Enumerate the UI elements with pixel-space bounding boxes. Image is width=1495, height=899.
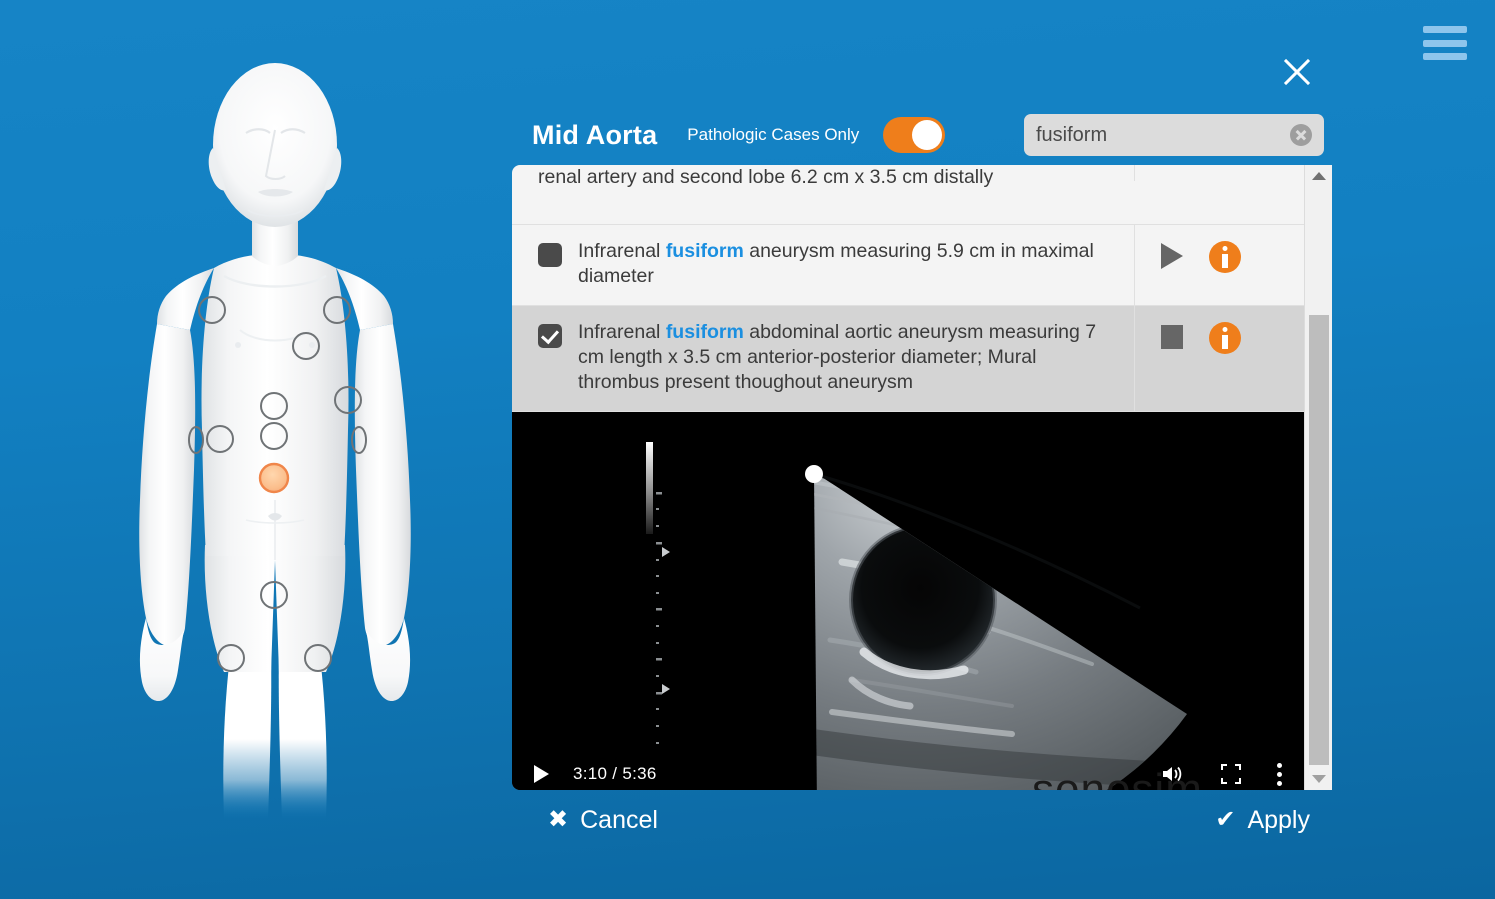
video-time-display: 3:10 / 5:36 xyxy=(573,764,657,784)
list-item-body: Infrarenal fusiform aneurysm measuring 5… xyxy=(512,225,1134,305)
list-item-actions xyxy=(1134,165,1304,181)
list-item[interactable]: renal artery and second lobe 6.2 cm x 3.… xyxy=(512,165,1304,225)
list-item-text-prefix: Infrarenal xyxy=(578,240,666,262)
stop-icon[interactable] xyxy=(1161,325,1183,349)
cancel-x-icon: ✖ xyxy=(548,808,568,832)
case-list-panel: renal artery and second lobe 6.2 cm x 3.… xyxy=(512,165,1332,790)
list-item-highlight: fusiform xyxy=(666,240,744,262)
probe-marker[interactable] xyxy=(261,423,287,449)
cancel-button[interactable]: ✖ Cancel xyxy=(548,806,658,835)
list-item-label: Infrarenal fusiform abdominal aortic ane… xyxy=(578,320,1120,395)
list-item[interactable]: Infrarenal fusiform abdominal aortic ane… xyxy=(512,306,1304,412)
case-selection-dialog: Mid Aorta Pathologic Cases Only renal ar… xyxy=(512,105,1332,850)
apply-button-label: Apply xyxy=(1247,806,1310,835)
list-item-highlight: fusiform xyxy=(666,321,744,343)
probe-marker-active[interactable] xyxy=(260,464,288,492)
probe-marker[interactable] xyxy=(305,645,331,671)
more-dot xyxy=(1277,772,1282,777)
more-dot xyxy=(1277,763,1282,768)
scrollbar-thumb[interactable] xyxy=(1309,315,1329,765)
more-dot xyxy=(1277,781,1282,786)
page-title: Mid Aorta xyxy=(532,120,657,151)
probe-marker[interactable] xyxy=(207,426,233,452)
probe-marker[interactable] xyxy=(261,393,287,419)
volume-icon[interactable] xyxy=(1161,764,1185,784)
volume-icon-svg xyxy=(1161,764,1185,784)
more-options-icon[interactable] xyxy=(1277,763,1282,786)
apply-button[interactable]: ✔ Apply xyxy=(1215,806,1310,835)
hamburger-bar xyxy=(1423,26,1467,33)
dialog-footer: ✖ Cancel ✔ Apply xyxy=(512,790,1332,850)
list-item-label: renal artery and second lobe 6.2 cm x 3.… xyxy=(538,165,993,190)
hamburger-bar xyxy=(1423,53,1467,60)
scroll-up-arrow-icon[interactable] xyxy=(1305,167,1332,185)
probe-marker[interactable] xyxy=(199,297,225,323)
info-icon[interactable] xyxy=(1209,322,1241,354)
case-list-scroll-area[interactable]: renal artery and second lobe 6.2 cm x 3.… xyxy=(512,165,1304,790)
probe-position-markers[interactable] xyxy=(60,30,520,820)
scroll-down-arrow-icon[interactable] xyxy=(1305,770,1332,788)
search-input[interactable] xyxy=(1036,124,1276,147)
probe-marker[interactable] xyxy=(324,297,350,323)
cancel-button-label: Cancel xyxy=(580,806,658,835)
list-item-text-prefix: Infrarenal xyxy=(578,321,666,343)
list-item-checkbox[interactable] xyxy=(538,243,562,267)
ultrasound-video-player[interactable]: sonosim 3:10 / 5:36 xyxy=(512,412,1304,790)
probe-marker[interactable] xyxy=(352,427,366,453)
play-icon[interactable] xyxy=(534,765,549,783)
list-item-body: renal artery and second lobe 6.2 cm x 3.… xyxy=(512,165,1134,206)
list-item-label: Infrarenal fusiform aneurysm measuring 5… xyxy=(578,239,1120,289)
info-icon[interactable] xyxy=(1209,241,1241,273)
play-icon[interactable] xyxy=(1161,243,1183,269)
probe-marker[interactable] xyxy=(189,427,203,453)
fullscreen-icon[interactable] xyxy=(1221,764,1241,784)
dialog-header: Mid Aorta Pathologic Cases Only xyxy=(512,105,1332,165)
hamburger-menu-icon[interactable] xyxy=(1423,26,1467,60)
anatomy-figure xyxy=(60,30,520,820)
scrollbar[interactable] xyxy=(1304,165,1332,790)
search-box[interactable] xyxy=(1024,114,1324,156)
pathologic-cases-toggle[interactable] xyxy=(883,117,945,153)
list-item-body: Infrarenal fusiform abdominal aortic ane… xyxy=(512,306,1134,411)
probe-marker[interactable] xyxy=(261,582,287,608)
video-controls: 3:10 / 5:36 xyxy=(512,745,1304,790)
fullscreen-icon-svg xyxy=(1221,764,1241,784)
ultrasound-image xyxy=(512,412,1304,790)
hamburger-bar xyxy=(1423,40,1467,47)
list-item[interactable]: Infrarenal fusiform aneurysm measuring 5… xyxy=(512,225,1304,306)
video-right-controls xyxy=(1161,763,1282,786)
list-item-actions xyxy=(1134,225,1304,305)
apply-check-icon: ✔ xyxy=(1215,808,1235,832)
probe-marker[interactable] xyxy=(218,645,244,671)
pathologic-toggle-label: Pathologic Cases Only xyxy=(687,125,859,145)
probe-marker[interactable] xyxy=(293,333,319,359)
toggle-knob xyxy=(912,120,942,150)
probe-marker[interactable] xyxy=(335,387,361,413)
list-item-actions xyxy=(1134,306,1304,411)
video-controls-row: 3:10 / 5:36 xyxy=(512,757,1304,790)
clear-icon[interactable] xyxy=(1290,124,1312,146)
list-item-checkbox[interactable] xyxy=(538,324,562,348)
close-icon[interactable] xyxy=(1277,52,1317,92)
